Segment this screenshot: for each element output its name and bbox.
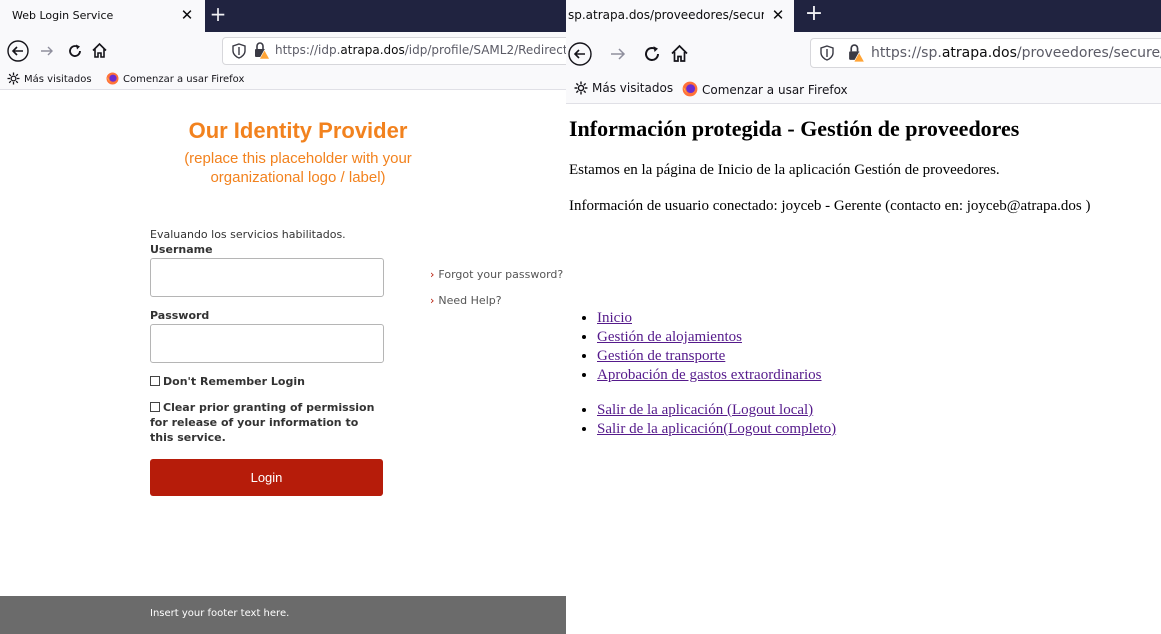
clear-consent-label-line2: for release of your information to [150, 416, 359, 429]
menu-link-gastos[interactable]: Aprobación de gastos extraordinarios [597, 367, 822, 383]
home-icon[interactable] [670, 44, 689, 63]
menu-link-alojamientos[interactable]: Gestión de alojamientos [597, 329, 742, 345]
chevron-right-icon: › [430, 268, 435, 281]
new-tab-icon[interactable]: + [802, 3, 826, 27]
tab-strip: Web Login Service ✕ + [0, 0, 566, 32]
app-menu-list: Inicio Gestión de alojamientos Gestión d… [597, 309, 822, 385]
need-help-link[interactable]: › Need Help? [430, 294, 502, 307]
forgot-password-link[interactable]: › Forgot your password? [430, 268, 563, 281]
firefox-icon [106, 72, 119, 85]
logout-list: Salir de la aplicación (Logout local) Sa… [597, 401, 836, 439]
tab-title: Web Login Service [12, 9, 114, 22]
list-item: Aprobación de gastos extraordinarios [597, 366, 822, 385]
navigation-toolbar: https://sp.atrapa.dos/proveedores/secure… [566, 32, 1161, 74]
address-bar[interactable]: https://sp.atrapa.dos/proveedores/secure… [810, 38, 1161, 68]
url-text: https://idp.atrapa.dos/idp/profile/SAML2… [275, 43, 566, 57]
page-footer: Insert your footer text here. [0, 596, 566, 634]
idp-logo-subtitle-line2: organizational logo / label) [210, 169, 386, 186]
forward-icon[interactable] [610, 46, 626, 62]
tab-proveedores-secure[interactable]: sp.atrapa.dos/proveedores/secure/ ✕ [566, 0, 794, 32]
page-title: Información protegida - Gestión de prove… [569, 116, 1020, 141]
chevron-right-icon: › [430, 294, 435, 307]
username-input[interactable] [150, 258, 384, 297]
sp-protected-page: Información protegida - Gestión de prove… [566, 104, 1161, 634]
bookmark-getting-started[interactable]: Comenzar a usar Firefox [106, 72, 244, 85]
list-item: Salir de la aplicación(Logout completo) [597, 420, 836, 439]
logout-complete-link[interactable]: Salir de la aplicación(Logout completo) [597, 421, 836, 437]
bookmark-most-visited[interactable]: Más visitados [7, 72, 92, 85]
menu-link-transporte[interactable]: Gestión de transporte [597, 348, 725, 364]
reload-icon[interactable] [643, 45, 661, 63]
user-info-text: Información de usuario conectado: joyceb… [569, 198, 1091, 214]
list-item: Gestión de transporte [597, 347, 822, 366]
tab-strip: sp.atrapa.dos/proveedores/secure/ ✕ + [566, 0, 1161, 32]
intro-text: Estamos en la página de Inicio de la apl… [569, 162, 1000, 178]
back-icon[interactable] [7, 40, 29, 62]
login-button[interactable]: Login [150, 459, 383, 496]
bookmark-getting-started[interactable]: Comenzar a usar Firefox [682, 81, 848, 97]
insecure-lock-icon[interactable] [848, 44, 865, 63]
list-item: Gestión de alojamientos [597, 328, 822, 347]
left-browser-window: Web Login Service ✕ + https://idp.atrapa… [0, 0, 566, 634]
shield-icon[interactable] [232, 43, 246, 59]
clear-consent-label-line1: Clear prior granting of permission [163, 401, 375, 414]
bookmarks-toolbar: Más visitados Comenzar a usar Firefox [0, 70, 566, 90]
gear-icon [574, 81, 588, 95]
dont-remember-login-checkbox[interactable]: Don't Remember Login [150, 375, 305, 388]
bookmark-most-visited[interactable]: Más visitados [574, 81, 673, 95]
reload-icon[interactable] [67, 43, 83, 59]
back-icon[interactable] [568, 42, 592, 66]
tab-web-login-service[interactable]: Web Login Service ✕ [0, 0, 205, 32]
password-label: Password [150, 309, 210, 322]
checkbox-square[interactable] [150, 402, 160, 412]
new-tab-icon[interactable]: + [206, 3, 230, 27]
firefox-icon [682, 81, 698, 97]
password-input[interactable] [150, 324, 384, 363]
status-message: Evaluando los servicios habilitados. [150, 228, 346, 241]
footer-text: Insert your footer text here. [150, 608, 290, 619]
gear-icon [7, 72, 20, 85]
bookmarks-toolbar: Más visitados Comenzar a usar Firefox [566, 74, 1161, 104]
idp-login-page: Our Identity Provider (replace this plac… [0, 90, 566, 634]
forward-icon[interactable] [40, 44, 54, 58]
insecure-lock-icon[interactable] [254, 42, 270, 60]
idp-logo-subtitle-line1: (replace this placeholder with your [184, 150, 412, 167]
clear-consent-checkbox[interactable]: Clear prior granting of permission [150, 401, 374, 414]
shield-icon[interactable] [820, 45, 834, 61]
navigation-toolbar: https://idp.atrapa.dos/idp/profile/SAML2… [0, 32, 566, 70]
list-item: Inicio [597, 309, 822, 328]
logout-local-link[interactable]: Salir de la aplicación (Logout local) [597, 402, 813, 418]
home-icon[interactable] [91, 42, 108, 59]
close-icon[interactable]: ✕ [178, 5, 196, 25]
username-label: Username [150, 243, 213, 256]
clear-consent-label-line3: this service. [150, 431, 226, 444]
close-icon[interactable]: ✕ [769, 5, 787, 25]
address-bar[interactable]: https://idp.atrapa.dos/idp/profile/SAML2… [222, 37, 566, 65]
url-text: https://sp.atrapa.dos/proveedores/secure… [871, 45, 1161, 61]
dont-remember-label: Don't Remember Login [163, 375, 305, 388]
menu-link-inicio[interactable]: Inicio [597, 310, 632, 326]
idp-logo-title: Our Identity Provider [188, 118, 408, 143]
checkbox-square[interactable] [150, 376, 160, 386]
right-browser-window: sp.atrapa.dos/proveedores/secure/ ✕ + ht… [566, 0, 1161, 634]
list-item: Salir de la aplicación (Logout local) [597, 401, 836, 420]
tab-title: sp.atrapa.dos/proveedores/secure/ [568, 8, 764, 22]
